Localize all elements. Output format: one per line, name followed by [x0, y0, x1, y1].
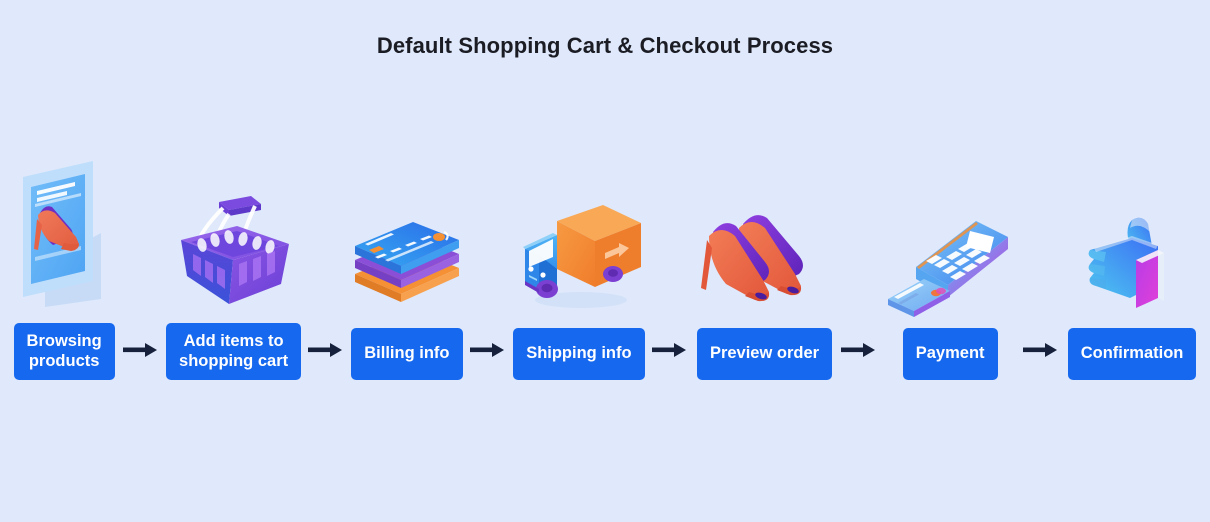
flow-step-label[interactable]: Browsing products: [13, 323, 115, 380]
flow-step-label[interactable]: Preview order: [696, 328, 833, 380]
flow-step-billing-info[interactable]: Billing info: [347, 130, 467, 380]
page-title: Default Shopping Cart & Checkout Process: [376, 33, 834, 58]
flow-connector-arrow-4: [649, 130, 691, 380]
monitor-shoe-icon: [8, 143, 120, 323]
card-payment-terminal-icon: [880, 148, 1020, 328]
shopping-basket-icon: [162, 143, 305, 323]
high-heel-shoes-pair-icon: [691, 148, 838, 328]
flow-connector-arrow-3: [467, 130, 509, 380]
flow-step-label[interactable]: Shipping info: [513, 328, 645, 380]
delivery-truck-icon: [509, 148, 649, 328]
flow-step-payment[interactable]: Payment: [880, 130, 1020, 380]
checkout-flow-diagram: Browsing products Add items to shopping …: [8, 130, 1202, 380]
flow-step-label[interactable]: Payment: [902, 328, 998, 380]
credit-cards-stack-icon: [347, 148, 467, 328]
flow-step-add-items-to-shopping-cart[interactable]: Add items to shopping cart: [162, 130, 305, 380]
flow-connector-arrow-6: [1020, 130, 1062, 380]
flow-step-confirmation[interactable]: Confirmation: [1062, 130, 1202, 380]
flow-connector-arrow-5: [838, 130, 880, 380]
thumbs-up-icon: [1062, 148, 1202, 328]
flow-connector-arrow-1: [120, 130, 162, 380]
flow-step-label[interactable]: Confirmation: [1067, 328, 1197, 380]
flow-step-label[interactable]: Billing info: [351, 328, 463, 380]
flow-step-shipping-info[interactable]: Shipping info: [509, 130, 649, 380]
flow-step-browsing-products[interactable]: Browsing products: [8, 130, 120, 380]
flow-step-label[interactable]: Add items to shopping cart: [166, 323, 302, 380]
flow-step-preview-order[interactable]: Preview order: [691, 130, 838, 380]
flow-connector-arrow-2: [305, 130, 347, 380]
